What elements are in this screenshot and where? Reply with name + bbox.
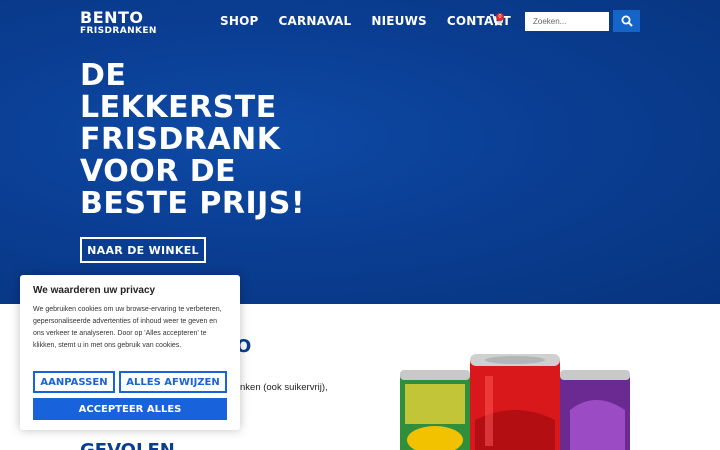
search-input[interactable] bbox=[525, 12, 609, 31]
search-icon bbox=[621, 15, 633, 27]
nav-shop[interactable]: SHOP bbox=[220, 14, 258, 28]
reject-all-button[interactable]: ALLES AFWIJZEN bbox=[119, 371, 227, 393]
hero-section: BENTO FRISDRANKEN SHOP CARNAVAL NIEUWS C… bbox=[0, 0, 720, 304]
logo-line1: BENTO bbox=[80, 8, 144, 27]
shop-button[interactable]: NAAR DE WINKEL bbox=[80, 237, 206, 263]
search-button[interactable] bbox=[613, 10, 640, 32]
nav-nieuws[interactable]: NIEUWS bbox=[371, 14, 427, 28]
cart-count-badge: 0 bbox=[496, 13, 504, 21]
cookie-consent-dialog: We waarderen uw privacy We gebruiken coo… bbox=[20, 275, 240, 430]
intro-text: nken (ook suikervrij), bbox=[240, 382, 328, 393]
cookie-text: We gebruiken cookies om uw browse-ervari… bbox=[33, 306, 222, 349]
cookie-buttons: AANPASSEN ALLES AFWIJZEN ACCEPTEER ALLES bbox=[33, 371, 227, 420]
headline-line: LEKKERSTE bbox=[80, 90, 277, 125]
nav-carnaval[interactable]: CARNAVAL bbox=[278, 14, 351, 28]
headline-line: DE bbox=[80, 58, 127, 93]
headline-line: VOOR DE bbox=[80, 154, 237, 189]
hero-headline: DE LEKKERSTE FRISDRANK VOOR DE BESTE PRI… bbox=[80, 60, 400, 220]
soda-cans-image bbox=[400, 354, 630, 450]
customize-button[interactable]: AANPASSEN bbox=[33, 371, 115, 393]
headline-line: FRISDRANK bbox=[80, 122, 281, 157]
logo-line2: FRISDRANKEN bbox=[80, 26, 157, 36]
main-nav: SHOP CARNAVAL NIEUWS CONTACT bbox=[220, 14, 511, 28]
cookie-button-row: AANPASSEN ALLES AFWIJZEN bbox=[33, 371, 227, 393]
section-heading-bottom: GEVOLEN bbox=[80, 440, 175, 450]
cookie-title: We waarderen uw privacy bbox=[33, 285, 156, 296]
site-logo[interactable]: BENTO FRISDRANKEN bbox=[80, 10, 157, 36]
headline-line: BESTE PRIJS! bbox=[80, 186, 306, 221]
accept-all-button[interactable]: ACCEPTEER ALLES bbox=[33, 398, 227, 420]
